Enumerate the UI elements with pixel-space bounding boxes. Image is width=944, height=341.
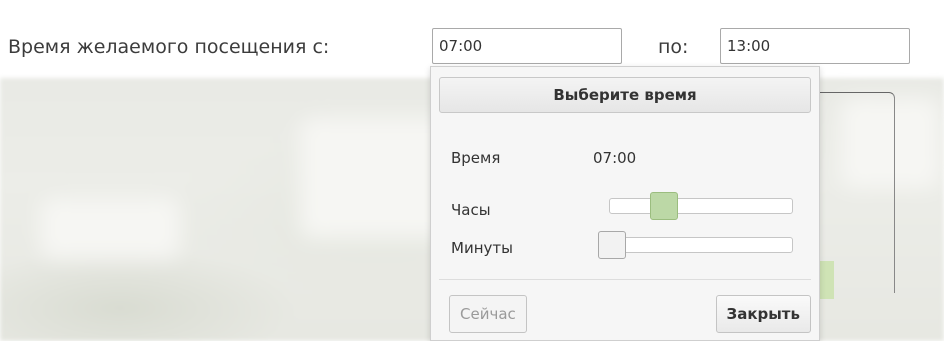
close-button[interactable]: Закрыть [715, 295, 811, 333]
time-from-input[interactable] [432, 28, 622, 64]
hours-label: Часы [451, 201, 491, 219]
time-picker-title: Выберите время [439, 77, 811, 113]
now-button[interactable]: Сейчас [449, 295, 527, 333]
picker-divider [439, 279, 811, 280]
time-value: 07:00 [593, 149, 637, 167]
minutes-slider[interactable] [598, 231, 793, 259]
visit-time-from-label: Время желаемого посещения с: [8, 36, 330, 58]
visit-time-to-label: по: [658, 36, 689, 58]
visit-time-row: Время желаемого посещения с: по: [0, 28, 944, 68]
minutes-label: Минуты [451, 239, 513, 257]
background-blob [40, 198, 180, 258]
time-picker-popup: Выберите время Время 07:00 Часы Минуты С… [430, 66, 820, 341]
hours-slider-handle[interactable] [649, 192, 678, 220]
background-panel-bar [818, 261, 834, 299]
time-label: Время [451, 149, 501, 167]
minutes-slider-handle[interactable] [598, 231, 626, 259]
hours-slider[interactable] [609, 192, 793, 220]
time-to-input[interactable] [720, 28, 910, 64]
